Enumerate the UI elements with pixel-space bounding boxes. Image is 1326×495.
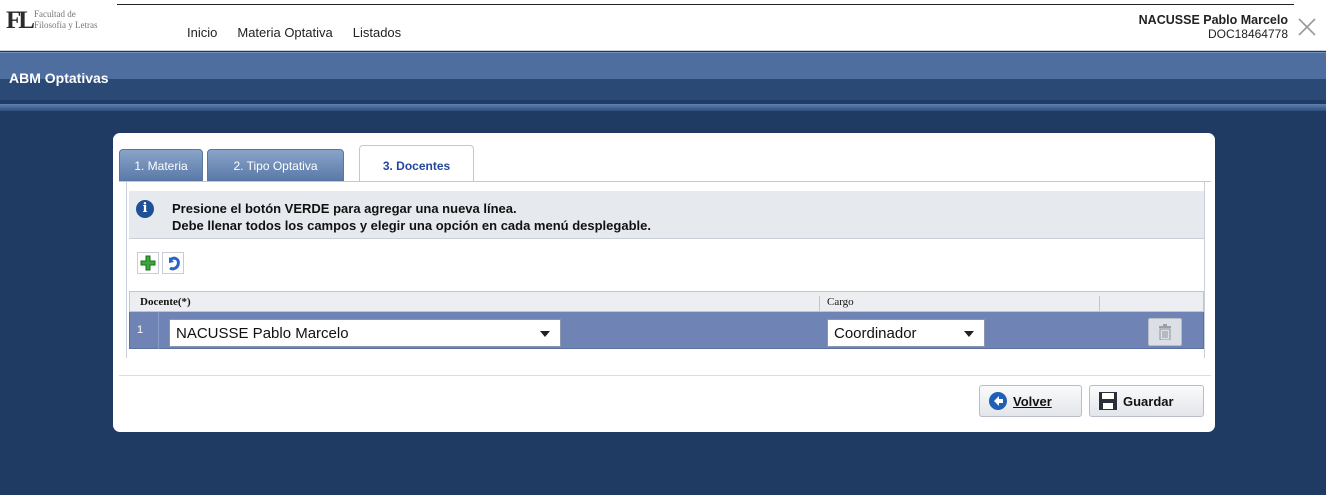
tab-tipo-optativa[interactable]: 2. Tipo Optativa xyxy=(207,149,344,181)
tab-docentes[interactable]: 3. Docentes xyxy=(359,145,474,182)
volver-button[interactable]: Volver xyxy=(979,385,1082,417)
info-line1: Presione el botón VERDE para agregar una… xyxy=(172,201,517,216)
save-disk-icon xyxy=(1099,392,1117,410)
logo-mark-icon: FL xyxy=(6,7,35,34)
trash-icon xyxy=(1159,324,1171,340)
tab-content: i Presione el botón VERDE para agregar u… xyxy=(126,182,1205,358)
green-plus-icon xyxy=(140,255,156,271)
page-header: ABM Optativas xyxy=(0,52,1326,100)
docente-select[interactable]: NACUSSE Pablo Marcelo xyxy=(169,319,561,347)
info-icon: i xyxy=(136,200,154,218)
logout-close-icon[interactable] xyxy=(1296,16,1318,38)
column-docente: Docente(*) xyxy=(140,296,191,308)
column-cargo: Cargo xyxy=(827,296,854,308)
cargo-selected-value: Coordinador xyxy=(834,325,917,342)
main-nav: Inicio Materia Optativa Listados xyxy=(187,25,401,40)
docentes-grid: Docente(*) Cargo 1 NACUSSE Pablo Marcelo… xyxy=(129,291,1204,349)
logo-text-line1: Facultad de xyxy=(34,9,76,19)
back-arrow-icon xyxy=(989,392,1007,410)
volver-label: Volver xyxy=(1013,393,1052,409)
cargo-select[interactable]: Coordinador xyxy=(827,319,985,347)
page-title: ABM Optativas xyxy=(9,70,109,86)
undo-button[interactable] xyxy=(162,252,184,274)
grid-toolbar xyxy=(137,252,184,274)
tab-materia[interactable]: 1. Materia xyxy=(119,149,203,181)
table-row: 1 NACUSSE Pablo Marcelo Coordinador xyxy=(129,312,1204,349)
chevron-down-icon xyxy=(540,331,550,337)
top-border-line xyxy=(117,4,1294,5)
user-id: DOC18464778 xyxy=(1207,27,1288,41)
info-line2: Debe llenar todos los campos y elegir un… xyxy=(172,218,651,233)
guardar-button[interactable]: Guardar xyxy=(1089,385,1204,417)
wizard-panel: 1. Materia 2. Tipo Optativa 3. Docentes … xyxy=(113,133,1215,432)
header-separator xyxy=(0,104,1326,111)
nav-item-materia-optativa[interactable]: Materia Optativa xyxy=(237,25,332,40)
delete-row-button[interactable] xyxy=(1148,318,1182,346)
chevron-down-icon xyxy=(964,331,974,337)
user-info: NACUSSE Pablo Marcelo DOC18464778 xyxy=(1139,13,1288,41)
docente-selected-value: NACUSSE Pablo Marcelo xyxy=(176,325,349,342)
user-name: NACUSSE Pablo Marcelo xyxy=(1138,13,1288,27)
logo-text-line2: Filosofía y Letras xyxy=(34,20,98,30)
info-message: i Presione el botón VERDE para agregar u… xyxy=(129,191,1204,239)
row-number: 1 xyxy=(137,324,144,336)
guardar-label: Guardar xyxy=(1123,393,1174,409)
add-row-button[interactable] xyxy=(137,252,159,274)
undo-icon xyxy=(168,256,180,271)
nav-item-inicio[interactable]: Inicio xyxy=(187,25,217,40)
faculty-logo[interactable]: FL Facultad de Filosofía y Letras xyxy=(6,8,116,38)
nav-item-listados[interactable]: Listados xyxy=(353,25,401,40)
grid-header: Docente(*) Cargo xyxy=(129,291,1204,317)
top-bar: FL Facultad de Filosofía y Letras Inicio… xyxy=(0,0,1326,51)
